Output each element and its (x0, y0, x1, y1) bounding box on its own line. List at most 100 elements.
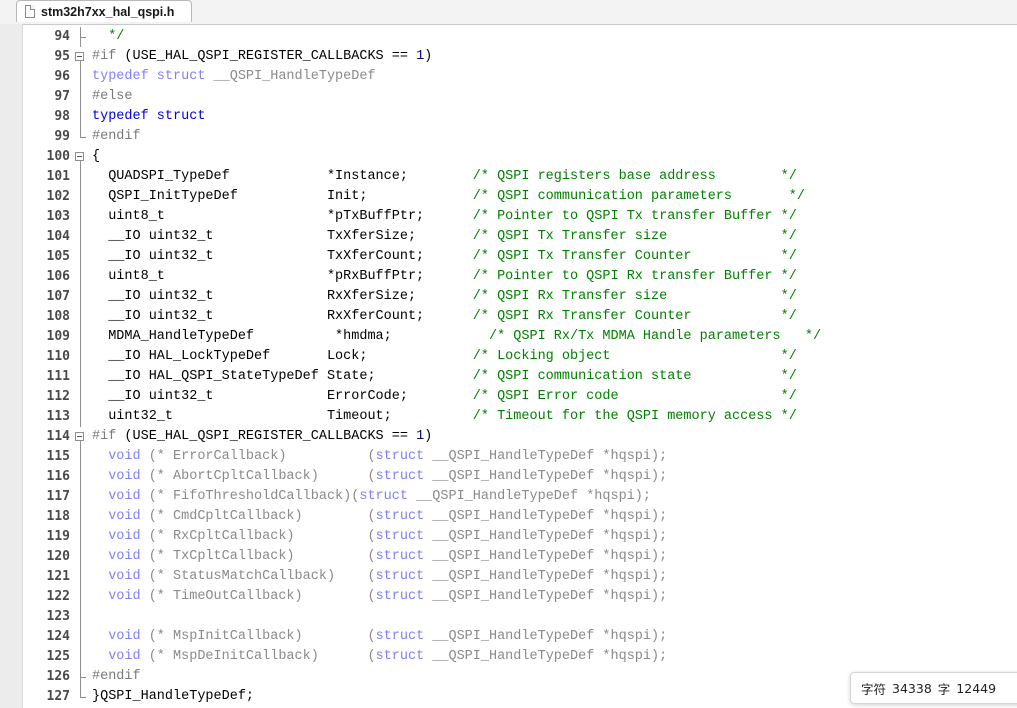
code-line[interactable]: 107 __IO uint32_t RxXferSize; /* QSPI Rx… (0, 287, 1017, 307)
fold-toggle-icon[interactable] (73, 147, 89, 167)
fold-guide (73, 487, 89, 507)
code-token: (* StatusMatchCallback) ( (140, 569, 376, 584)
code-token: /* QSPI Rx/Tx MDMA Handle parameters */ (488, 329, 822, 344)
line-number: 94 (54, 29, 70, 44)
code-token: 1 (416, 429, 425, 444)
fold-guide (73, 187, 89, 207)
code-token: struct (375, 509, 425, 524)
line-number: 125 (46, 649, 70, 664)
fold-guide (73, 27, 89, 47)
line-number: 114 (46, 429, 70, 444)
code-line[interactable]: 120 void (* TxCpltCallback) (struct __QS… (0, 547, 1017, 567)
code-line[interactable]: 110 __IO HAL_LockTypeDef Lock; /* Lockin… (0, 347, 1017, 367)
code-line[interactable]: 113 uint32_t Timeout; /* Timeout for the… (0, 407, 1017, 427)
code-line[interactable]: 124 void (* MspInitCallback) (struct __Q… (0, 627, 1017, 647)
code-line[interactable]: 95 #if (USE_HAL_QSPI_REGISTER_CALLBACKS =… (0, 47, 1017, 67)
code-text: */ (92, 27, 124, 47)
code-token: __QSPI_HandleTypeDef *hqspi); (424, 589, 668, 604)
code-line[interactable]: 122 void (* TimeOutCallback) (struct __Q… (0, 587, 1017, 607)
code-text: void (* MspInitCallback) (struct __QSPI_… (92, 627, 667, 647)
code-token: struct (375, 569, 425, 584)
code-text: void (* RxCpltCallback) (struct __QSPI_H… (92, 527, 667, 547)
code-token: __QSPI_HandleTypeDef *hqspi); (424, 449, 668, 464)
code-line[interactable]: 111 __IO HAL_QSPI_StateTypeDef State; /*… (0, 367, 1017, 387)
fold-guide (73, 87, 89, 107)
code-line[interactable]: 96 typedef struct __QSPI_HandleTypeDef (0, 67, 1017, 87)
code-line[interactable]: 117 void (* FifoThresholdCallback)(struc… (0, 487, 1017, 507)
code-line[interactable]: 116 void (* AbortCpltCallback) (struct _… (0, 467, 1017, 487)
code-token: __QSPI_HandleTypeDef *hqspi); (424, 549, 668, 564)
file-tab[interactable]: stm32h7xx_hal_qspi.h (16, 0, 192, 22)
code-line[interactable]: 123 (0, 607, 1017, 627)
code-text: __IO HAL_QSPI_StateTypeDef State; /* QSP… (92, 367, 797, 387)
code-line[interactable]: 99 #endif (0, 127, 1017, 147)
code-text: #if (USE_HAL_QSPI_REGISTER_CALLBACKS == … (92, 47, 432, 67)
code-token: (* MspDeInitCallback) ( (140, 649, 376, 664)
fold-guide (73, 667, 89, 687)
fold-guide (73, 407, 89, 427)
code-token: QUADSPI_TypeDef *Instance; (92, 169, 473, 184)
code-line[interactable]: 118 void (* CmdCpltCallback) (struct __Q… (0, 507, 1017, 527)
code-token: __QSPI_HandleTypeDef (205, 69, 376, 84)
code-token: struct (375, 649, 425, 664)
code-token: #endif (92, 129, 141, 144)
code-token: QSPI_InitTypeDef Init; (92, 189, 473, 204)
code-line[interactable]: 98 typedef struct (0, 107, 1017, 127)
code-line[interactable]: 97 #else (0, 87, 1017, 107)
character-count-popup: 字符 34338 字 12449 (850, 672, 1017, 704)
line-number: 112 (46, 389, 70, 404)
code-text: void (* TxCpltCallback) (struct __QSPI_H… (92, 547, 667, 567)
code-token: void (92, 449, 141, 464)
code-line[interactable]: 109 MDMA_HandleTypeDef *hmdma; /* QSPI R… (0, 327, 1017, 347)
fold-guide (73, 627, 89, 647)
code-token: typedef struct (92, 69, 206, 84)
code-text: uint8_t *pTxBuffPtr; /* Pointer to QSPI … (92, 207, 797, 227)
code-token: __QSPI_HandleTypeDef *hqspi); (424, 629, 668, 644)
code-token: void (92, 629, 141, 644)
line-number: 99 (54, 129, 70, 144)
code-line[interactable]: 94 */ (0, 27, 1017, 47)
code-line[interactable]: 112 __IO uint32_t ErrorCode; /* QSPI Err… (0, 387, 1017, 407)
code-token: struct (375, 589, 425, 604)
code-line[interactable]: 101 QUADSPI_TypeDef *Instance; /* QSPI r… (0, 167, 1017, 187)
code-token: struct (375, 449, 425, 464)
code-line[interactable]: 119 void (* RxCpltCallback) (struct __QS… (0, 527, 1017, 547)
code-token: struct (359, 489, 408, 504)
file-icon (25, 5, 35, 18)
code-text: typedef struct __QSPI_HandleTypeDef (92, 67, 376, 87)
line-number: 97 (54, 89, 70, 104)
code-token: /* QSPI Rx Transfer Counter */ (472, 309, 797, 324)
code-token: /* Pointer to QSPI Tx transfer Buffer */ (472, 209, 797, 224)
code-line[interactable]: 125 void (* MspDeInitCallback) (struct _… (0, 647, 1017, 667)
code-text: #if (USE_HAL_QSPI_REGISTER_CALLBACKS == … (92, 427, 432, 447)
fold-toggle-icon[interactable] (73, 47, 89, 67)
fold-guide (73, 467, 89, 487)
char-count-value: 34338 (892, 680, 932, 696)
code-token: (USE_HAL_QSPI_REGISTER_CALLBACKS == (116, 429, 417, 444)
code-line[interactable]: 121 void (* StatusMatchCallback) (struct… (0, 567, 1017, 587)
code-line[interactable]: 102 QSPI_InitTypeDef Init; /* QSPI commu… (0, 187, 1017, 207)
code-line[interactable]: 103 uint8_t *pTxBuffPtr; /* Pointer to Q… (0, 207, 1017, 227)
line-number: 122 (46, 589, 70, 604)
code-token: (* MspInitCallback) ( (140, 629, 376, 644)
code-text: __IO uint32_t TxXferSize; /* QSPI Tx Tra… (92, 227, 797, 247)
code-line[interactable]: 104 __IO uint32_t TxXferSize; /* QSPI Tx… (0, 227, 1017, 247)
code-editor[interactable]: 94 */ 95 #if (USE_HAL_QSPI_REGISTER_CALLBA… (0, 24, 1017, 708)
code-token: */ (92, 29, 125, 44)
code-line[interactable]: 115 void (* ErrorCallback) (struct __QSP… (0, 447, 1017, 467)
code-text: #else (92, 87, 133, 107)
line-number: 96 (54, 69, 70, 84)
code-token: /* Pointer to QSPI Rx transfer Buffer */ (472, 269, 797, 284)
code-token: (* TimeOutCallback) ( (140, 589, 376, 604)
code-line[interactable]: 100 { (0, 147, 1017, 167)
code-token: #endif (92, 669, 141, 684)
fold-guide (73, 167, 89, 187)
code-line[interactable]: 108 __IO uint32_t RxXferCount; /* QSPI R… (0, 307, 1017, 327)
fold-toggle-icon[interactable] (73, 427, 89, 447)
code-line[interactable]: 114 #if (USE_HAL_QSPI_REGISTER_CALLBACKS … (0, 427, 1017, 447)
code-line[interactable]: 106 uint8_t *pRxBuffPtr; /* Pointer to Q… (0, 267, 1017, 287)
line-number: 101 (46, 169, 70, 184)
code-line[interactable]: 105 __IO uint32_t TxXferCount; /* QSPI T… (0, 247, 1017, 267)
code-token: #if (92, 429, 117, 444)
fold-guide (73, 227, 89, 247)
